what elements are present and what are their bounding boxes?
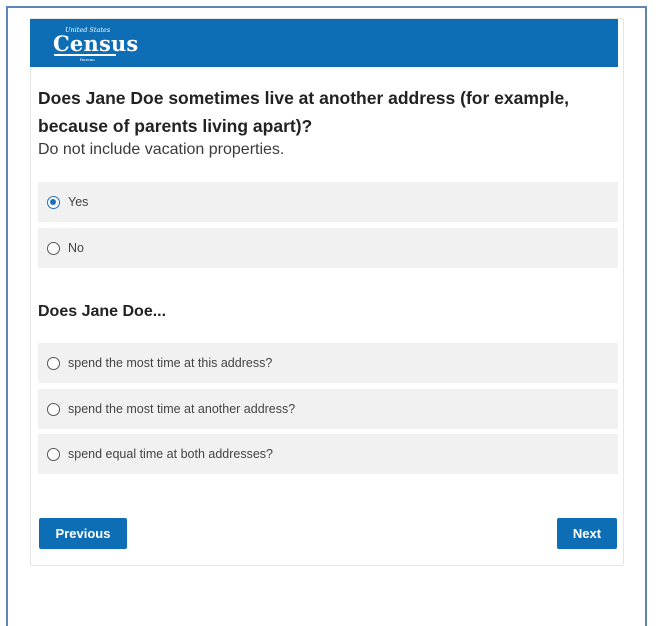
radio-selected-icon[interactable] [47,195,60,209]
option-no[interactable]: No [38,228,618,268]
logo-bottom-text: Bureau [80,57,95,62]
option-label: Yes [68,195,89,209]
option-most-time-another-address[interactable]: spend the most time at another address? [38,389,618,429]
option-label: spend the most time at another address? [68,402,296,416]
option-label: spend the most time at this address? [68,356,273,370]
logo-main-text: Census [53,31,139,56]
question-hint: Do not include vacation properties. [38,141,285,158]
question-title: Does Jane Doe sometimes live at another … [38,88,570,136]
next-button[interactable]: Next [557,518,617,549]
logo-underline [54,54,116,56]
radio-empty-icon[interactable] [47,241,60,255]
option-label: spend equal time at both addresses? [68,447,273,461]
radio-empty-icon[interactable] [47,402,60,416]
previous-button[interactable]: Previous [39,518,127,549]
followup-title: Does Jane Doe... [38,303,167,320]
option-yes[interactable]: Yes [38,182,618,222]
option-label: No [68,241,84,255]
option-equal-time-both[interactable]: spend equal time at both addresses? [38,434,618,474]
option-most-time-this-address[interactable]: spend the most time at this address? [38,343,618,383]
radio-empty-icon[interactable] [47,356,60,370]
radio-empty-icon[interactable] [47,447,60,461]
header-bar: United States Census Bureau [30,19,618,67]
